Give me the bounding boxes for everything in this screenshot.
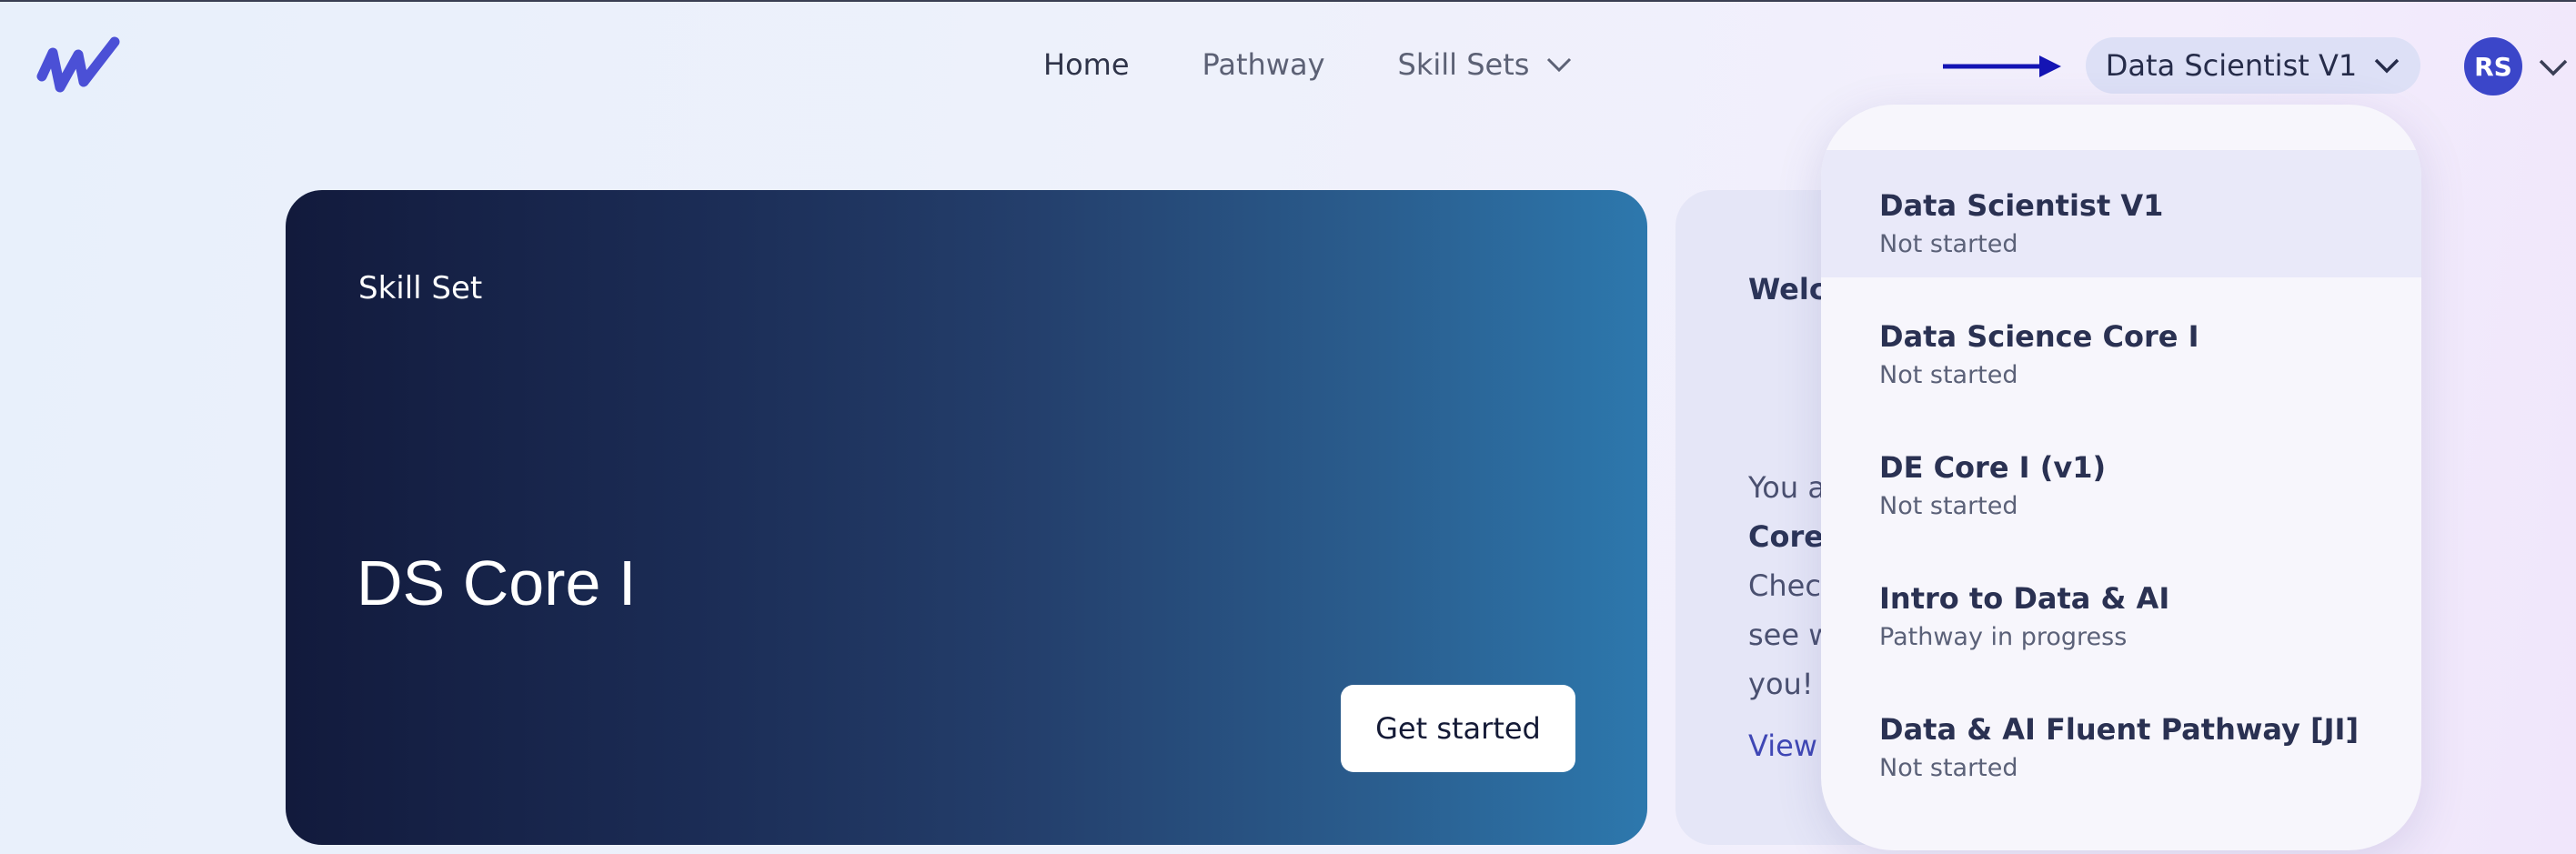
nav-home[interactable]: Home: [1043, 47, 1130, 82]
account-chevron-down-icon[interactable]: [2538, 57, 2569, 77]
welcome-text-line: You a: [1748, 470, 1826, 505]
nav-pathway[interactable]: Pathway: [1202, 47, 1325, 82]
dropdown-item-status: Not started: [1879, 361, 2018, 389]
welcome-text: You a Core Chec see w you!: [1748, 463, 1832, 708]
chevron-down-icon: [1547, 57, 1572, 73]
dropdown-item-status: Pathway in progress: [1879, 623, 2128, 651]
dropdown-item-intro-to-data-ai[interactable]: Intro to Data & AI Pathway in progress: [1821, 543, 2421, 670]
dropdown-item-title: Data & AI Fluent Pathway [JI]: [1879, 712, 2360, 747]
welcome-text-line: Core: [1748, 519, 1824, 554]
user-avatar[interactable]: RS: [2464, 37, 2522, 95]
window-top-border: [0, 0, 2576, 2]
track-selector-label: Data Scientist V1: [2105, 48, 2358, 83]
hero-title: DS Core I: [357, 548, 637, 618]
dropdown-item-data-ai-fluent-pathway[interactable]: Data & AI Fluent Pathway [JI] Not starte…: [1821, 674, 2421, 801]
track-selector-button[interactable]: Data Scientist V1: [2086, 37, 2420, 94]
skill-set-hero-card: Skill Set DS Core I Get started: [286, 190, 1647, 845]
user-initials: RS: [2474, 51, 2512, 82]
dropdown-item-status: Not started: [1879, 492, 2018, 520]
track-dropdown-menu: Data Scientist V1 Not started Data Scien…: [1821, 105, 2421, 850]
chevron-down-icon: [2374, 58, 2400, 74]
get-started-button[interactable]: Get started: [1341, 685, 1575, 772]
dropdown-item-title: Intro to Data & AI: [1879, 581, 2170, 616]
nav-skill-sets[interactable]: Skill Sets: [1398, 47, 1574, 82]
view-link[interactable]: View: [1748, 728, 1817, 763]
dropdown-item-status: Not started: [1879, 754, 2018, 782]
w-logo-icon[interactable]: [36, 33, 122, 100]
welcome-text-line: you!: [1748, 667, 1814, 701]
welcome-text-line: Chec: [1748, 568, 1821, 603]
dropdown-item-status: Not started: [1879, 230, 2018, 258]
dropdown-item-de-core-i[interactable]: DE Core I (v1) Not started: [1821, 412, 2421, 539]
welcome-text-line: see w: [1748, 618, 1833, 652]
dropdown-item-title: Data Science Core I: [1879, 319, 2199, 354]
arrow-right-icon: [1943, 55, 2061, 77]
dropdown-item-data-science-core-i[interactable]: Data Science Core I Not started: [1821, 281, 2421, 408]
dropdown-item-title: Data Scientist V1: [1879, 188, 2164, 223]
main-nav: Home Pathway Skill Sets: [1043, 47, 1573, 82]
dropdown-item-data-scientist-v1[interactable]: Data Scientist V1 Not started: [1821, 150, 2421, 277]
nav-skill-sets-label: Skill Sets: [1397, 47, 1530, 82]
hero-kicker: Skill Set: [358, 270, 483, 306]
dropdown-item-title: DE Core I (v1): [1879, 450, 2107, 485]
